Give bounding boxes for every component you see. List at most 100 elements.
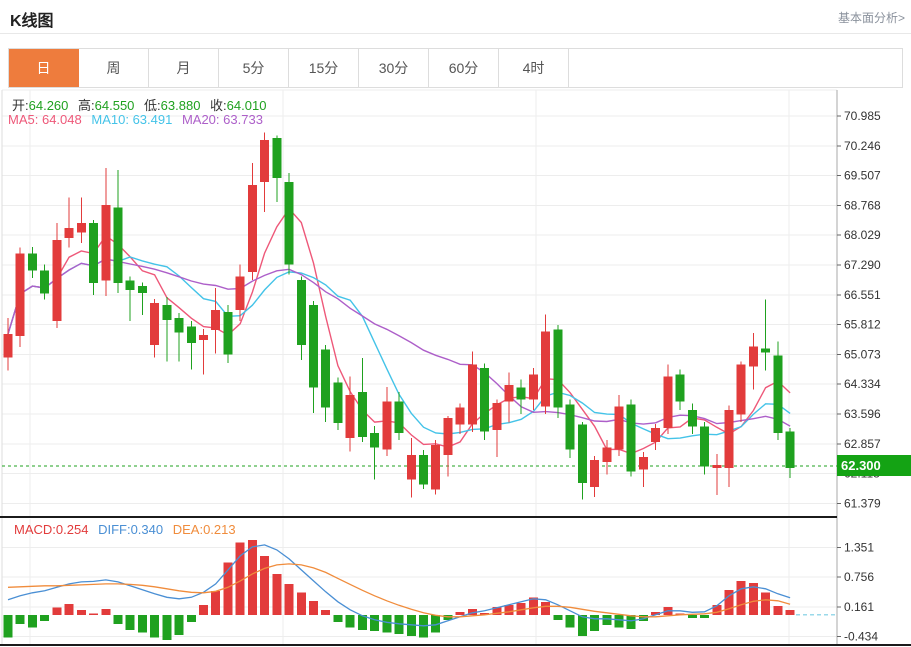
price-axis-label: 68.029 [844,228,881,242]
candle-up [101,205,110,281]
candle-up [211,310,220,330]
candle-up [749,346,758,366]
price-axis-label: 70.985 [844,109,881,123]
macd-bar-negative [113,615,122,624]
candle-up [468,365,477,425]
candle-up [737,365,746,415]
candle-up [492,403,501,430]
candle-down [285,182,294,265]
candle-up [4,334,13,358]
macd-bar-positive [89,613,98,614]
tab-4hour[interactable]: 4时 [499,49,569,87]
candle-down [566,405,575,450]
fundamental-analysis-link[interactable]: 基本面分析> [838,9,905,26]
macd-bar-negative [162,615,171,640]
macd-bar-positive [761,592,770,614]
macd-value: MACD:0.254 [14,522,88,537]
candle-up [407,455,416,480]
macd-bar-positive [65,604,74,615]
ma5-value: MA5: 64.048 [8,112,82,127]
candle-down [480,368,489,432]
tab-5min[interactable]: 5分 [219,49,289,87]
candle-down [138,286,147,293]
macd-bar-negative [382,615,391,632]
current-price-tag: 62.300 [837,455,911,476]
candle-down [272,138,281,178]
macd-bar-positive [321,610,330,615]
macd-bar-negative [602,615,611,625]
macd-bar-negative [4,615,13,637]
candle-down [321,350,330,408]
macd-axis-label: 0.756 [844,570,874,584]
candle-up [456,408,465,425]
tab-strip-filler [569,49,902,87]
macd-bar-negative [615,615,624,627]
tab-30min[interactable]: 30分 [359,49,429,87]
candle-down [517,388,526,400]
chart-bottom-border [0,644,911,646]
price-axis-label: 65.073 [844,347,881,361]
macd-bar-positive [260,556,269,615]
tab-month[interactable]: 月 [149,49,219,87]
macd-bar-positive [285,584,294,615]
macd-bar-negative [126,615,135,630]
diff-line [8,545,790,626]
candle-up [77,223,86,233]
candle-up [382,402,391,450]
macd-axis-label: 0.161 [844,600,874,614]
macd-bar-positive [248,540,257,615]
macd-bar-negative [370,615,379,631]
candle-up [663,377,672,428]
price-axis-label: 63.596 [844,407,881,421]
candle-down [761,348,770,352]
macd-bar-positive [737,581,746,615]
candle-up [712,465,721,468]
candle-down [419,455,428,484]
macd-bar-positive [773,606,782,615]
macd-axis-label: -0.434 [844,629,878,643]
candle-down [578,425,587,483]
tab-60min[interactable]: 60分 [429,49,499,87]
macd-bar-positive [786,610,795,615]
macd-readout: MACD:0.254 DIFF:0.340 DEA:0.213 [14,522,242,537]
tab-15min[interactable]: 15分 [289,49,359,87]
pane-separator [0,516,837,518]
candle-up [724,410,733,468]
candle-down [553,330,562,408]
macd-bar-negative [346,615,355,627]
period-tab-strip: 日周月5分15分30分60分4时 [8,48,903,88]
price-axis-label: 67.290 [844,258,881,272]
candle-up [529,375,538,400]
macd-bar-negative [627,615,636,629]
candle-down [773,356,782,433]
macd-bar-positive [101,609,110,615]
high-label: 高:64.550 [78,98,134,113]
macd-bar-negative [566,615,575,627]
candle-up [150,303,159,345]
candle-up [52,240,61,321]
candle-down [688,410,697,427]
candle-down [89,223,98,283]
macd-bar-negative [553,615,562,620]
candle-up [602,448,611,462]
macd-bar-negative [688,615,697,618]
candle-down [676,375,685,402]
chart-canvas[interactable]: 70.98570.24669.50768.76868.02967.29066.5… [0,88,911,647]
candle-down [162,305,171,320]
candle-up [639,457,648,470]
macd-bar-positive [505,605,514,615]
macd-bar-negative [333,615,342,622]
candle-down [309,305,318,388]
price-axis-label: 62.857 [844,437,881,451]
tab-day[interactable]: 日 [9,49,79,87]
macd-bar-positive [456,612,465,615]
kline-chart[interactable]: 70.98570.24669.50768.76868.02967.29066.5… [0,88,911,647]
candle-up [590,460,599,487]
candle-up [248,185,257,272]
candle-down [333,383,342,423]
tab-week[interactable]: 周 [79,49,149,87]
macd-axis-label: 1.351 [844,540,874,554]
macd-bar-negative [187,615,196,622]
candle-down [700,427,709,467]
macd-bar-positive [309,601,318,615]
